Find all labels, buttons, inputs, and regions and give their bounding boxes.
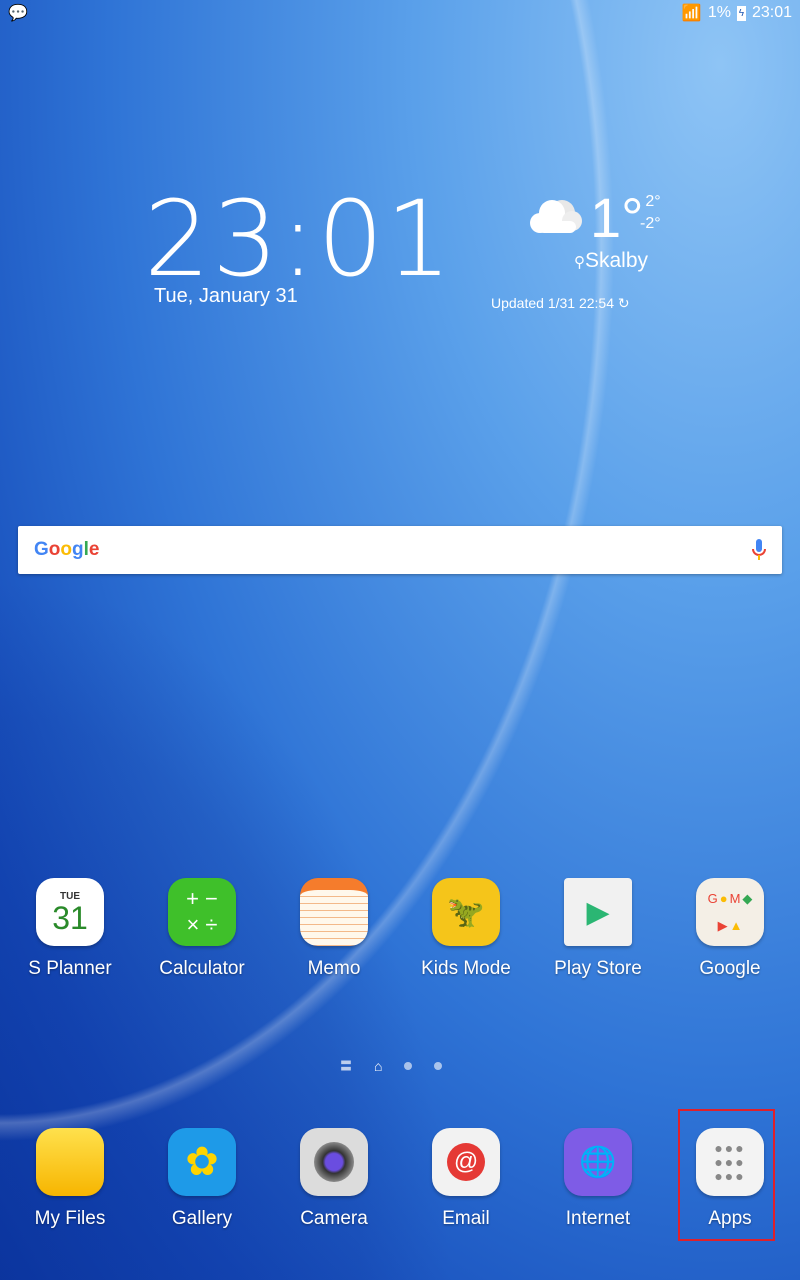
wifi-icon: 📶 xyxy=(681,5,702,22)
app-gallery[interactable]: ✿ Gallery xyxy=(136,1128,268,1230)
app-play-store[interactable]: ▶ Play Store xyxy=(532,878,664,980)
status-bar: 💬 📶 1% ϟ 23:01 xyxy=(0,0,800,26)
camera-icon xyxy=(300,1128,368,1196)
app-memo[interactable]: Memo xyxy=(268,878,400,980)
status-time: 23:01 xyxy=(751,4,792,21)
home-apps-row: TUE 31 S Planner + − × ÷ Calculator Memo 🦖 Ki… xyxy=(4,878,796,980)
weather-updated: Updated 1/31 22:54 xyxy=(491,295,614,311)
hangouts-icon: 💬 xyxy=(8,5,28,22)
low-temp: -2° xyxy=(640,215,661,232)
memo-icon xyxy=(300,878,368,946)
globe-icon: 🌐 xyxy=(564,1128,632,1196)
calendar-icon: TUE 31 xyxy=(36,878,104,946)
battery-charging-icon: ϟ xyxy=(736,5,746,21)
clock-time[interactable]: 23:01 xyxy=(144,178,454,300)
dinosaur-icon: 🦖 xyxy=(432,878,500,946)
refresh-icon[interactable]: ↻ xyxy=(618,295,630,311)
app-s-planner[interactable]: TUE 31 S Planner xyxy=(4,878,136,980)
play-store-icon: ▶ xyxy=(564,878,632,946)
app-email[interactable]: @ Email xyxy=(400,1128,532,1230)
email-icon: @ xyxy=(432,1128,500,1196)
google-folder-icon: G ● M ◆ ▶ ▲ xyxy=(696,878,764,946)
page-indicator[interactable]: 〓 ⌂ xyxy=(340,1057,443,1074)
weather-widget[interactable]: 1° 2° -2° ⚲Skalby xyxy=(520,185,670,285)
cloud-icon xyxy=(530,200,582,233)
battery-percent: 1% xyxy=(707,4,731,21)
home-page-icon[interactable]: ⌂ xyxy=(374,1058,382,1074)
calculator-icon: + − × ÷ xyxy=(168,878,236,946)
google-logo: Google xyxy=(34,539,100,560)
gallery-flower-icon: ✿ xyxy=(168,1128,236,1196)
app-camera[interactable]: Camera xyxy=(268,1128,400,1230)
page-dot[interactable] xyxy=(404,1061,413,1070)
clock-date[interactable]: Tue, January 31 xyxy=(154,285,298,308)
app-kids-mode[interactable]: 🦖 Kids Mode xyxy=(400,878,532,980)
app-internet[interactable]: 🌐 Internet xyxy=(532,1128,664,1230)
google-search-bar[interactable]: Google xyxy=(18,526,782,574)
high-temp: 2° xyxy=(645,193,661,210)
current-temp: 1° xyxy=(590,186,644,249)
mic-icon[interactable] xyxy=(752,539,766,561)
app-calculator[interactable]: + − × ÷ Calculator xyxy=(136,878,268,980)
weather-location: Skalby xyxy=(585,249,649,272)
page-dot[interactable] xyxy=(434,1061,443,1070)
app-my-files[interactable]: My Files xyxy=(4,1128,136,1230)
folder-icon xyxy=(36,1128,104,1196)
highlight-box xyxy=(678,1109,775,1241)
app-google-folder[interactable]: G ● M ◆ ▶ ▲ Google xyxy=(664,878,796,980)
location-pin-icon: ⚲ xyxy=(574,254,585,271)
page-menu-icon[interactable]: 〓 xyxy=(340,1057,352,1074)
